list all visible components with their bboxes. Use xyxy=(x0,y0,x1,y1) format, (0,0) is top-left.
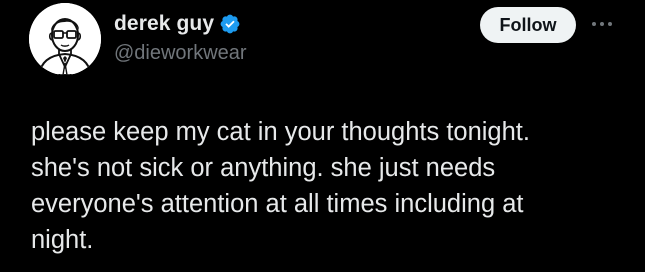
follow-button[interactable]: Follow xyxy=(480,7,576,43)
avatar-portrait-icon xyxy=(29,3,101,75)
avatar[interactable] xyxy=(29,3,101,75)
tweet: derek guy @dieworkwear Follow please kee… xyxy=(0,0,645,272)
more-options-button[interactable] xyxy=(588,14,616,34)
author-display-name[interactable]: derek guy xyxy=(114,12,214,36)
tweet-text-line: everyone's attention at all times includ… xyxy=(31,190,524,218)
tweet-text-line: she's not sick or anything. she just nee… xyxy=(31,154,496,182)
more-horizontal-icon xyxy=(592,22,612,26)
tweet-text-line: please keep my cat in your thoughts toni… xyxy=(31,118,530,146)
author-handle[interactable]: @dieworkwear xyxy=(114,42,247,65)
author-name-row: derek guy xyxy=(114,9,241,39)
tweet-text: please keep my cat in your thoughts toni… xyxy=(31,114,631,258)
tweet-text-line: night. xyxy=(31,226,94,254)
verified-badge-icon[interactable] xyxy=(219,13,241,35)
